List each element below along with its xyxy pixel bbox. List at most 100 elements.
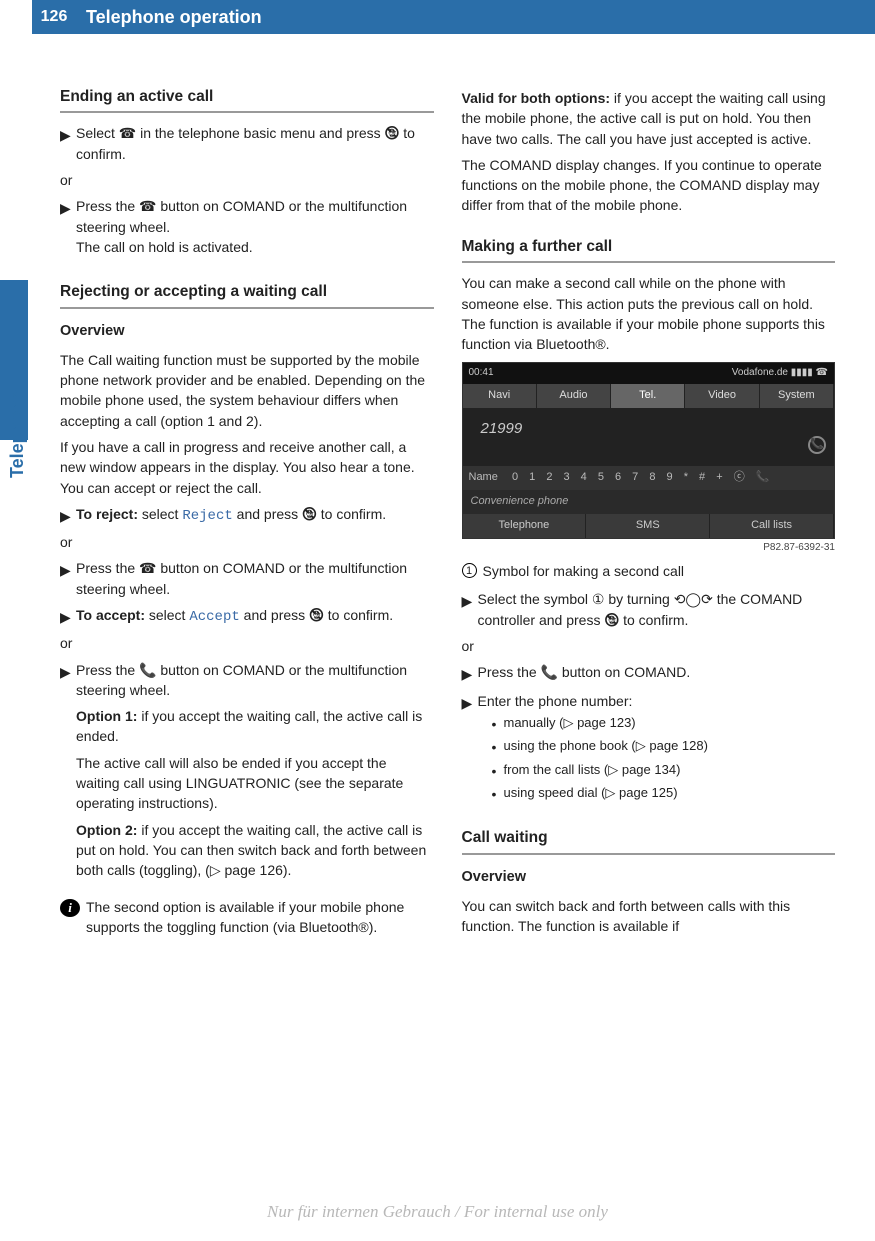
right-column: Valid for both options: if you accept th… bbox=[462, 82, 836, 947]
chapter-title: Telephone operation bbox=[76, 4, 262, 30]
reject-label: To reject: bbox=[76, 506, 138, 522]
triangle-icon: ▶ bbox=[60, 660, 76, 887]
step-to-reject: ▶ To reject: select Reject and press 🕲 t… bbox=[60, 504, 434, 526]
ss-name-chars: 0 1 2 3 4 5 6 7 8 9 * # + ⓒ 📞 bbox=[512, 470, 773, 486]
ss-btab-calllists: Call lists bbox=[710, 514, 834, 538]
triangle-icon: ▶ bbox=[60, 196, 76, 257]
bullet-text: from the call lists (▷ page 134) bbox=[504, 761, 681, 781]
ss-btab-telephone: Telephone bbox=[463, 514, 587, 538]
ss-tab-audio: Audio bbox=[537, 384, 611, 408]
reject-ui-text: Reject bbox=[182, 508, 232, 524]
ss-carrier: Vodafone.de ▮▮▮▮ ☎ bbox=[732, 366, 828, 381]
watermark-text: Nur für internen Gebrauch / For internal… bbox=[0, 1200, 875, 1225]
ss-tab-navi: Navi bbox=[463, 384, 537, 408]
valid-both: Valid for both options: if you accept th… bbox=[462, 88, 836, 149]
ss-active-number: 21999 bbox=[471, 418, 827, 440]
bullet-dot-icon: • bbox=[492, 784, 504, 804]
bullet-dot-icon: • bbox=[492, 714, 504, 734]
step-text: To reject: select Reject and press 🕲 to … bbox=[76, 504, 434, 526]
or-text: or bbox=[60, 170, 434, 190]
ss-bottom-tabs: Telephone SMS Call lists bbox=[463, 514, 835, 538]
info-text: The second option is available if your m… bbox=[86, 897, 434, 938]
bullet-speeddial: •using speed dial (▷ page 125) bbox=[492, 784, 836, 804]
overview-para1: The Call waiting function must be suppor… bbox=[60, 350, 434, 431]
reject-t1: select bbox=[138, 506, 182, 522]
legend-1: 1 Symbol for making a second call bbox=[462, 561, 836, 581]
step-text: Press the 📞 button on COMAND or the mult… bbox=[76, 660, 434, 887]
accept-t2: and press 🕲 to confirm. bbox=[240, 607, 393, 623]
step-text: To accept: select Accept and press 🕲 to … bbox=[76, 605, 434, 627]
ss-conv-phone: Convenience phone bbox=[463, 490, 835, 514]
step-text: Press the 📞 button on COMAND. bbox=[478, 662, 836, 684]
bullet-manually: •manually (▷ page 123) bbox=[492, 714, 836, 734]
reject-t2: and press 🕲 to confirm. bbox=[233, 506, 386, 522]
step-end-select: ▶ Select ☎ in the telephone basic menu a… bbox=[60, 123, 434, 164]
bullet-dot-icon: • bbox=[492, 737, 504, 757]
step-text: Select ☎ in the telephone basic menu and… bbox=[76, 123, 434, 164]
ss-tab-system: System bbox=[760, 384, 834, 408]
or-text: or bbox=[60, 633, 434, 653]
page-content: Ending an active call ▶ Select ☎ in the … bbox=[0, 34, 875, 967]
opt1-label: Option 1: bbox=[76, 708, 137, 724]
accept-label: To accept: bbox=[76, 607, 145, 623]
step-to-accept: ▶ To accept: select Accept and press 🕲 t… bbox=[60, 605, 434, 627]
opt2-label: Option 2: bbox=[76, 822, 137, 838]
option2: Option 2: if you accept the waiting call… bbox=[76, 820, 434, 881]
valid-p2: The COMAND display changes. If you conti… bbox=[462, 155, 836, 216]
bullet-phonebook: •using the phone book (▷ page 128) bbox=[492, 737, 836, 757]
ss-name-label: Name bbox=[469, 470, 498, 486]
step-text: Press the ☎ button on COMAND or the mult… bbox=[76, 558, 434, 599]
heading-ending-call: Ending an active call bbox=[60, 86, 434, 113]
heading-reject-accept: Rejecting or accepting a waiting call bbox=[60, 281, 434, 308]
page-number: 126 bbox=[32, 5, 76, 28]
step-reject-alt: ▶ Press the ☎ button on COMAND or the mu… bbox=[60, 558, 434, 599]
triangle-icon: ▶ bbox=[60, 558, 76, 599]
ss-statusbar: 00:41 Vodafone.de ▮▮▮▮ ☎ bbox=[463, 363, 835, 384]
overview-para2: If you have a call in progress and recei… bbox=[60, 437, 434, 498]
callwaiting-para: You can switch back and forth between ca… bbox=[462, 896, 836, 937]
triangle-icon: ▶ bbox=[462, 691, 478, 807]
step-line2: The call on hold is activated. bbox=[76, 239, 253, 255]
or-text: or bbox=[60, 532, 434, 552]
bullet-text: using the phone book (▷ page 128) bbox=[504, 737, 708, 757]
info-note: i The second option is available if your… bbox=[60, 897, 434, 938]
enter-label: Enter the phone number: bbox=[478, 693, 633, 709]
subheading-overview: Overview bbox=[60, 321, 434, 342]
bullet-dot-icon: • bbox=[492, 761, 504, 781]
option1-p2: The active call will also be ended if yo… bbox=[76, 753, 434, 814]
or-text: or bbox=[462, 636, 836, 656]
step-enter-number: ▶ Enter the phone number: •manually (▷ p… bbox=[462, 691, 836, 807]
step-text-container: Enter the phone number: •manually (▷ pag… bbox=[478, 691, 836, 807]
info-icon: i bbox=[60, 899, 80, 917]
step-line1: Press the ☎ button on COMAND or the mult… bbox=[76, 198, 407, 234]
legend-number-icon: 1 bbox=[462, 563, 477, 578]
option1: Option 1: if you accept the waiting call… bbox=[76, 706, 434, 747]
triangle-icon: ▶ bbox=[60, 504, 76, 526]
ss-tab-tel: Tel. bbox=[611, 384, 685, 408]
heading-further-call: Making a further call bbox=[462, 236, 836, 263]
step-text: Press the ☎ button on COMAND or the mult… bbox=[76, 196, 434, 257]
bullet-text: using speed dial (▷ page 125) bbox=[504, 784, 678, 804]
step-select-symbol: ▶ Select the symbol ① by turning ⟲◯⟳ the… bbox=[462, 589, 836, 630]
step-text: Select the symbol ① by turning ⟲◯⟳ the C… bbox=[478, 589, 836, 630]
enter-bullets: •manually (▷ page 123) •using the phone … bbox=[492, 714, 836, 804]
valid-label: Valid for both options: bbox=[462, 90, 611, 106]
triangle-icon: ▶ bbox=[462, 589, 478, 630]
bullet-calllists: •from the call lists (▷ page 134) bbox=[492, 761, 836, 781]
triangle-icon: ▶ bbox=[60, 605, 76, 627]
step-accept-alt: ▶ Press the 📞 button on COMAND or the mu… bbox=[60, 660, 434, 887]
ss-second-call-icon: 📞 bbox=[808, 436, 826, 454]
step-end-press: ▶ Press the ☎ button on COMAND or the mu… bbox=[60, 196, 434, 257]
side-tab-label: Telephone bbox=[4, 389, 30, 478]
ss-body: 21999 📞 bbox=[463, 408, 835, 466]
legend-text: Symbol for making a second call bbox=[483, 561, 685, 581]
image-code: P82.87-6392-31 bbox=[462, 541, 836, 556]
heading-call-waiting: Call waiting bbox=[462, 827, 836, 854]
triangle-icon: ▶ bbox=[462, 662, 478, 684]
page-header: 126 Telephone operation bbox=[32, 0, 875, 34]
subheading-overview: Overview bbox=[462, 867, 836, 888]
bullet-text: manually (▷ page 123) bbox=[504, 714, 636, 734]
step-press-call: ▶ Press the 📞 button on COMAND. bbox=[462, 662, 836, 684]
ss-time: 00:41 bbox=[469, 366, 494, 381]
accept-ui-text: Accept bbox=[189, 609, 239, 625]
